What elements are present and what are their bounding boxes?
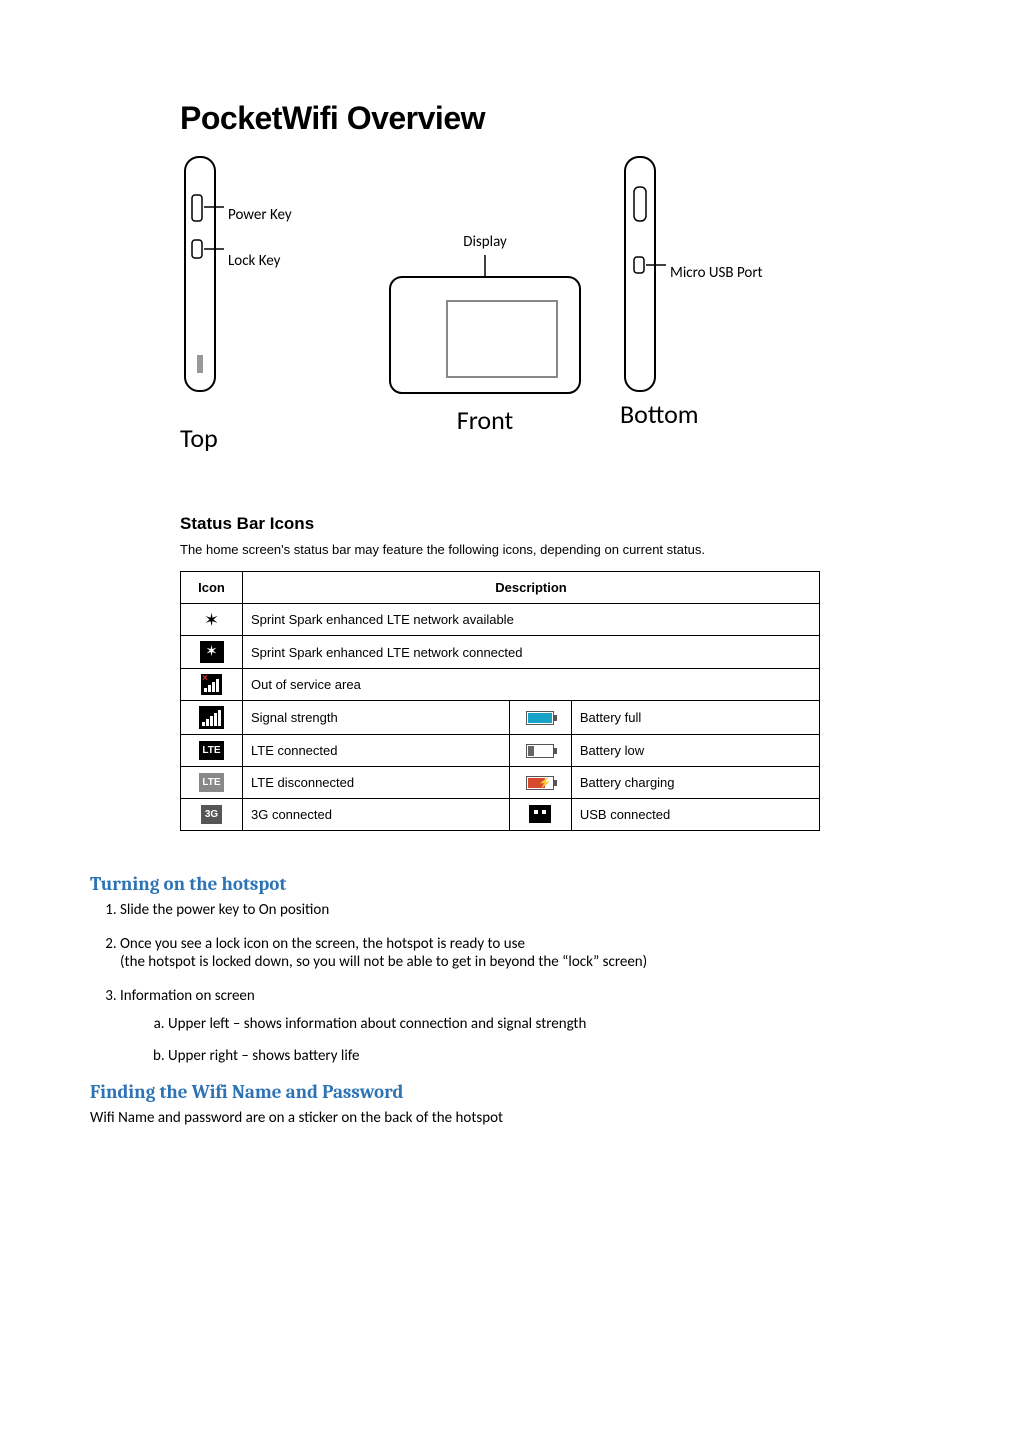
desc-3g-connected: 3G connected: [243, 798, 510, 830]
desc-usb-connected: USB connected: [571, 798, 819, 830]
device-top-icon: [180, 155, 340, 395]
desc-signal-strength: Signal strength: [243, 701, 510, 735]
3g-connected-icon: 3G: [201, 805, 222, 824]
table-row: ✶ Sprint Spark enhanced LTE network conn…: [181, 636, 820, 669]
lock-key-label: Lock Key: [228, 252, 338, 270]
desc-lte-disconnected: LTE disconnected: [243, 766, 510, 798]
battery-full-icon: [526, 711, 554, 725]
list-item: Upper right – shows battery life: [168, 1047, 930, 1065]
list-item: Information on screen Upper left – shows…: [120, 987, 930, 1065]
display-label: Display: [370, 233, 600, 251]
status-heading: Status Bar Icons: [180, 514, 930, 534]
table-row: LTE LTE disconnected ⚡ Battery charging: [181, 766, 820, 798]
status-icons-table: Icon Description ✶ Sprint Spark enhanced…: [180, 571, 820, 831]
finding-heading: Finding the Wifi Name and Password: [90, 1081, 930, 1103]
out-of-service-icon: ×: [201, 674, 222, 695]
desc-battery-charging: Battery charging: [571, 766, 819, 798]
front-label: Front: [370, 404, 600, 436]
col-icon: Icon: [181, 572, 243, 604]
desc-spark-available: Sprint Spark enhanced LTE network availa…: [243, 604, 820, 636]
page-title: PocketWifi Overview: [180, 100, 930, 137]
device-diagram: Power Key Lock Key Top Display Front: [180, 155, 930, 454]
table-row: LTE LTE connected Battery low: [181, 734, 820, 766]
usb-connected-icon: [529, 805, 551, 823]
status-intro: The home screen's status bar may feature…: [180, 542, 930, 557]
bottom-label: Bottom: [620, 398, 830, 430]
device-front-icon: [385, 255, 585, 397]
col-description: Description: [243, 572, 820, 604]
power-key-label: Power Key: [228, 206, 338, 224]
lte-disconnected-icon: LTE: [199, 773, 223, 792]
desc-battery-full: Battery full: [571, 701, 819, 735]
finding-body: Wifi Name and password are on a sticker …: [90, 1109, 930, 1127]
top-label: Top: [180, 422, 360, 454]
list-item: Upper left – shows information about con…: [168, 1015, 930, 1033]
turning-steps: Slide the power key to On position Once …: [98, 901, 930, 1065]
table-row: Signal strength Battery full: [181, 701, 820, 735]
list-item: Once you see a lock icon on the screen, …: [120, 935, 930, 971]
lte-connected-icon: LTE: [199, 741, 223, 760]
spark-connected-icon: ✶: [200, 641, 224, 663]
signal-strength-icon: [199, 706, 224, 729]
table-row: × Out of service area: [181, 669, 820, 701]
status-bar-section: Status Bar Icons The home screen's statu…: [180, 514, 930, 831]
table-row: 3G 3G connected USB connected: [181, 798, 820, 830]
turning-on-heading: Turning on the hotspot: [90, 873, 930, 895]
table-row: ✶ Sprint Spark enhanced LTE network avai…: [181, 604, 820, 636]
micro-usb-label: Micro USB Port: [670, 264, 880, 282]
battery-low-icon: [526, 744, 554, 758]
desc-spark-connected: Sprint Spark enhanced LTE network connec…: [243, 636, 820, 669]
spark-available-icon: ✶: [204, 611, 219, 629]
desc-battery-low: Battery low: [571, 734, 819, 766]
battery-charging-icon: ⚡: [526, 776, 554, 790]
desc-out-of-service: Out of service area: [243, 669, 820, 701]
list-item: Slide the power key to On position: [120, 901, 930, 919]
desc-lte-connected: LTE connected: [243, 734, 510, 766]
